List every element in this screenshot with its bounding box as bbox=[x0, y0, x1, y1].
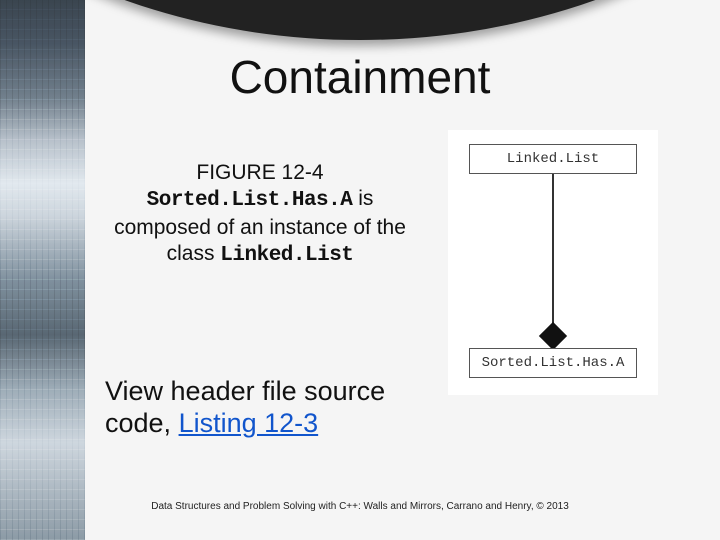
listing-link[interactable]: Listing 12-3 bbox=[179, 408, 319, 438]
caption-code-object: Linked.List bbox=[220, 244, 353, 267]
page-title: Containment bbox=[0, 50, 720, 104]
uml-composition-diamond-icon bbox=[539, 322, 567, 350]
uml-class-bottom: Sorted.List.Has.A bbox=[469, 348, 637, 378]
top-arc-decor bbox=[0, 0, 720, 40]
figure-caption: FIGURE 12-4 Sorted.List.Has.A is compose… bbox=[105, 160, 415, 269]
caption-code-subject: Sorted.List.Has.A bbox=[147, 189, 353, 212]
view-source-text: View header file source code, Listing 12… bbox=[105, 375, 435, 440]
footer-citation: Data Structures and Problem Solving with… bbox=[0, 501, 720, 512]
uml-class-top: Linked.List bbox=[469, 144, 637, 174]
figure-label: FIGURE 12-4 bbox=[196, 161, 323, 184]
uml-diagram: Linked.List Sorted.List.Has.A bbox=[448, 130, 658, 395]
slide: Containment FIGURE 12-4 Sorted.List.Has.… bbox=[0, 0, 720, 540]
